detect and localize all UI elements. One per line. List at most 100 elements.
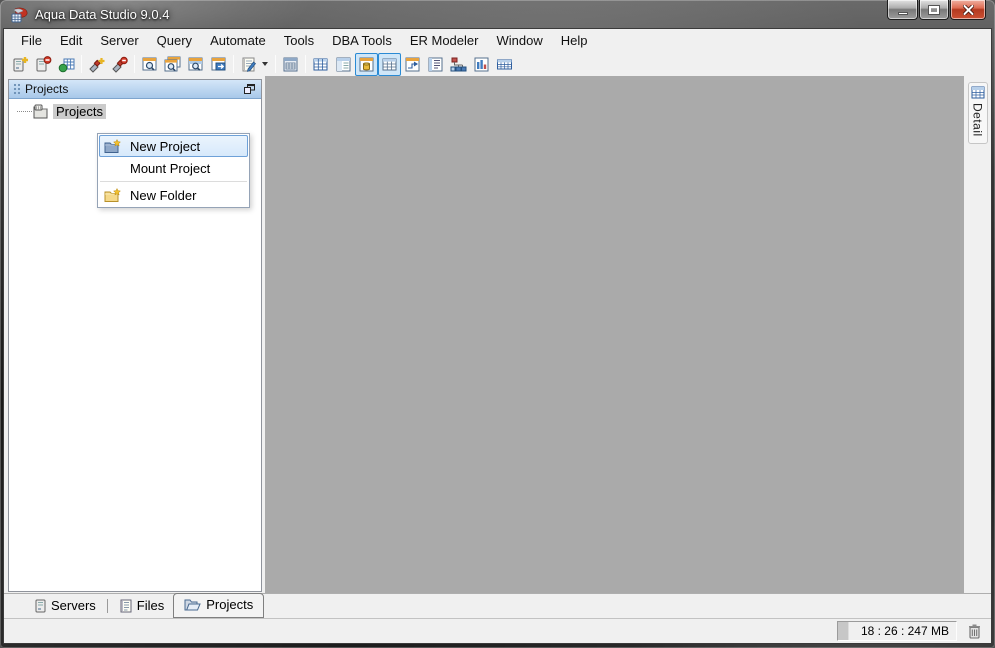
statistics-chart-icon — [474, 57, 489, 71]
minimize-icon — [897, 12, 908, 15]
close-icon — [962, 4, 974, 15]
remove-server-button[interactable] — [32, 53, 55, 76]
servers-tab-icon — [35, 599, 46, 612]
app-window: Aqua Data Studio 9.0.4 File Edit Server … — [0, 0, 995, 648]
toolbar-separator — [233, 55, 234, 73]
server-connections-button[interactable] — [55, 53, 78, 76]
arrange-windows-button[interactable] — [207, 53, 230, 76]
projects-panel-header[interactable]: Projects — [9, 80, 261, 99]
window-title: Aqua Data Studio 9.0.4 — [35, 7, 170, 22]
toolbar — [4, 52, 991, 76]
query-analyzer-windows-icon — [164, 56, 181, 71]
panel-grip-icon — [13, 82, 20, 96]
trash-icon — [968, 624, 980, 639]
edit-script-dropdown-icon[interactable] — [262, 62, 268, 66]
close-button[interactable] — [950, 0, 986, 20]
projects-tab-icon — [184, 599, 201, 611]
tab-files-label: Files — [136, 598, 165, 613]
files-tab-icon — [120, 599, 132, 612]
client-area: File Edit Server Query Automate Tools DB… — [4, 29, 991, 643]
context-menu-separator — [100, 181, 247, 182]
toolbar-separator — [305, 55, 306, 73]
register-server-icon — [13, 56, 28, 71]
status-bar: 18 : 26 : 247 MB — [4, 618, 991, 643]
window-detail-button[interactable] — [332, 53, 355, 76]
tree-connector — [17, 110, 32, 112]
schema-browser-button[interactable] — [279, 53, 302, 76]
register-server-button[interactable] — [9, 53, 32, 76]
app-logo-icon — [11, 7, 28, 22]
er-diagram-button[interactable] — [401, 53, 424, 76]
menu-query[interactable]: Query — [148, 30, 201, 51]
context-menu-item-mount-project[interactable]: Mount Project — [99, 157, 248, 179]
tab-servers-label: Servers — [51, 598, 96, 613]
memory-gauge — [838, 622, 849, 640]
query-analyzer-windows-button[interactable] — [161, 53, 184, 76]
detail-tab[interactable]: Detail — [967, 82, 988, 144]
ddl-text-icon — [428, 57, 443, 71]
statistics-chart-button[interactable] — [470, 53, 493, 76]
window-detail-icon — [336, 57, 351, 71]
title-bar: Aqua Data Studio 9.0.4 — [0, 0, 995, 29]
tree-node-projects[interactable]: Projects — [9, 102, 261, 120]
connect-server-button[interactable] — [85, 53, 108, 76]
wide-table-button[interactable] — [493, 53, 516, 76]
menu-bar: File Edit Server Query Automate Tools DB… — [4, 29, 991, 52]
new-project-icon — [104, 138, 121, 153]
tab-servers[interactable]: Servers — [26, 595, 105, 618]
query-window-button[interactable] — [184, 53, 207, 76]
toolbar-separator — [81, 55, 82, 73]
hierarchy-icon — [450, 57, 467, 71]
context-menu-label: New Folder — [130, 187, 197, 203]
new-folder-icon — [104, 187, 121, 202]
toolbar-separator — [275, 55, 276, 73]
tab-files[interactable]: Files — [110, 595, 173, 618]
grid-results-button[interactable] — [378, 52, 401, 76]
tab-projects[interactable]: Projects — [173, 593, 265, 618]
minimize-button[interactable] — [887, 0, 918, 20]
projects-panel-title: Projects — [25, 82, 69, 96]
context-menu-item-new-project[interactable]: New Project — [99, 135, 248, 157]
menu-server[interactable]: Server — [91, 30, 147, 51]
float-panel-icon[interactable] — [244, 84, 255, 94]
database-objects-icon — [359, 57, 374, 71]
restore-button[interactable] — [919, 0, 949, 20]
schema-browser-icon — [283, 57, 298, 71]
garbage-collect-button[interactable] — [957, 624, 991, 639]
grid-results-icon — [382, 58, 397, 70]
toolbar-separator — [134, 55, 135, 73]
query-analyzer-button[interactable] — [138, 53, 161, 76]
query-window-icon — [188, 57, 203, 71]
context-menu-item-new-folder[interactable]: New Folder — [99, 184, 248, 206]
detail-grid-icon — [971, 86, 984, 99]
memory-status-panel: 18 : 26 : 247 MB — [837, 621, 957, 641]
tree-node-label: Projects — [53, 103, 106, 119]
server-connections-icon — [58, 58, 75, 72]
main-content-area — [265, 76, 964, 593]
tab-projects-label: Projects — [206, 597, 254, 612]
menu-edit[interactable]: Edit — [51, 30, 91, 51]
arrange-windows-icon — [211, 57, 226, 70]
table-grid-button[interactable] — [309, 53, 332, 76]
menu-help[interactable]: Help — [552, 30, 597, 51]
table-grid-icon — [313, 58, 328, 70]
menu-window[interactable]: Window — [487, 30, 551, 51]
er-diagram-icon — [405, 57, 420, 71]
hierarchy-button[interactable] — [447, 53, 470, 76]
edit-script-button[interactable] — [237, 53, 260, 76]
menu-er-modeler[interactable]: ER Modeler — [401, 30, 488, 51]
menu-tools[interactable]: Tools — [275, 30, 323, 51]
database-objects-button[interactable] — [355, 52, 378, 76]
status-right-group: 18 : 26 : 247 MB — [837, 619, 991, 643]
context-menu-label: Mount Project — [130, 160, 211, 176]
disconnect-server-button[interactable] — [108, 53, 131, 76]
remove-server-icon — [36, 55, 52, 71]
ddl-text-button[interactable] — [424, 53, 447, 76]
menu-automate[interactable]: Automate — [201, 30, 275, 51]
menu-file[interactable]: File — [12, 30, 51, 51]
project-folder-icon — [33, 104, 48, 118]
restore-icon — [928, 4, 940, 15]
disconnect-server-icon — [112, 56, 128, 73]
context-menu: New Project Mount Project New Folder — [97, 133, 250, 208]
menu-dba-tools[interactable]: DBA Tools — [323, 30, 401, 51]
